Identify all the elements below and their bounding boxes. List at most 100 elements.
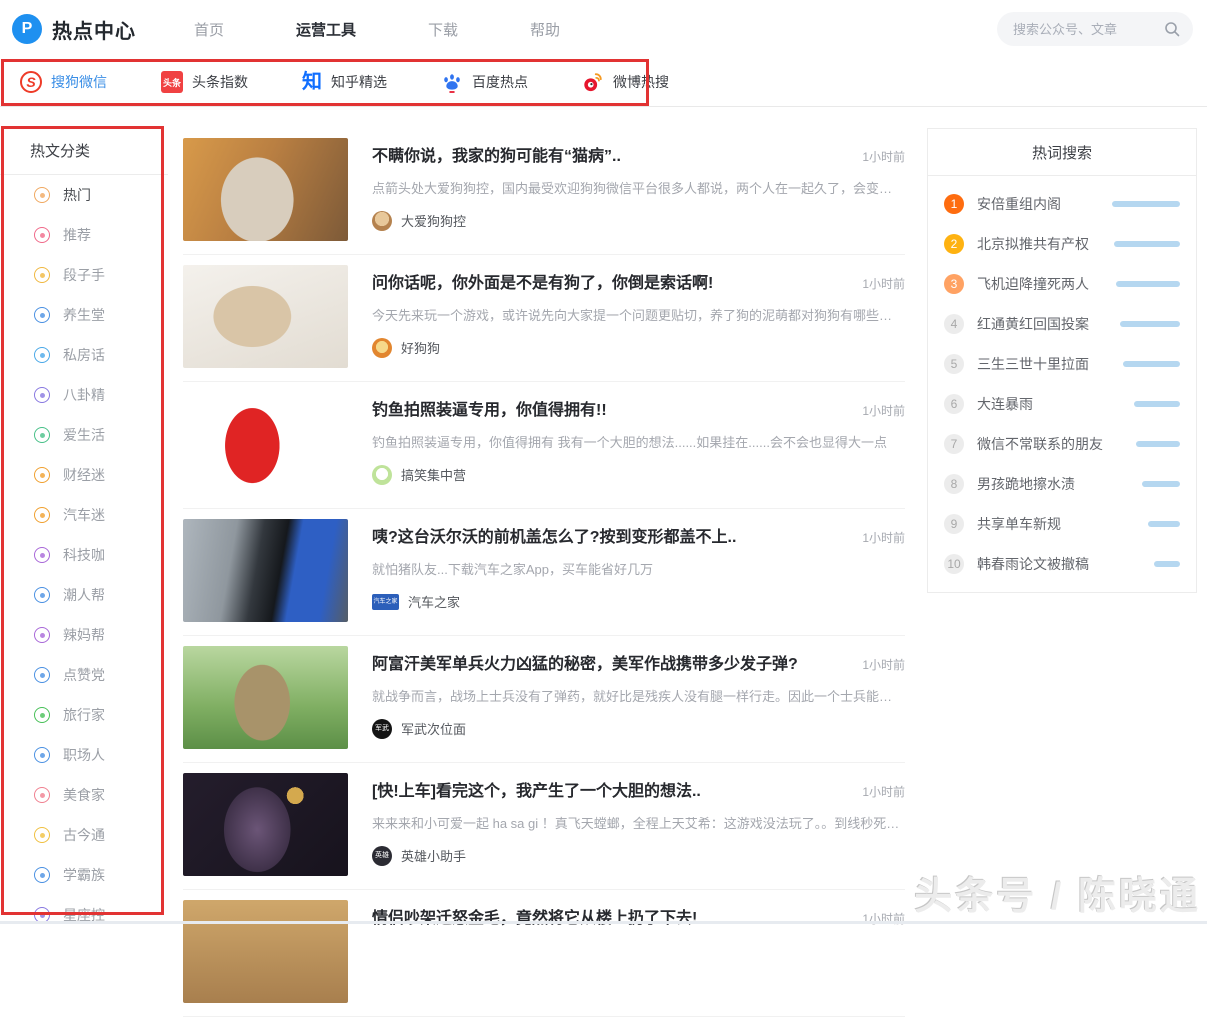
hotword-row[interactable]: 10 韩春雨论文被撤稿 [928,544,1196,584]
article-source-row[interactable]: 大爱狗狗控 [372,211,905,231]
app-logo[interactable]: P [12,14,42,44]
nav-item-tools[interactable]: 运营工具 [296,19,356,40]
article-row[interactable]: 咦?这台沃尔沃的前机盖怎么了?按到变形都盖不上.. 1小时前 就怕猪队友...下… [183,509,905,636]
sidebar-item-travel[interactable]: 旅行家 [0,695,168,735]
hotword-row[interactable]: 5 三生三世十里拉面 [928,344,1196,384]
hotword-row[interactable]: 6 大连暴雨 [928,384,1196,424]
article-source-row[interactable]: 搞笑集中营 [372,465,905,485]
category-label: 养生堂 [63,305,105,325]
article-time: 1小时前 [862,783,905,800]
main-content: 热文分类 热门 推荐 段子手 [0,107,1207,1017]
article-thumbnail[interactable] [183,646,348,749]
sidebar-item-likes[interactable]: 点赞党 [0,655,168,695]
sidebar-item-moms[interactable]: 辣妈帮 [0,615,168,655]
search-icon[interactable] [1163,20,1181,43]
category-icon [34,387,50,403]
hotwords-list: 1 安倍重组内阁 2 北京拟推共有产权 3 飞机迫降撞死两人 4 [928,176,1196,584]
hotword-row[interactable]: 8 男孩跪地擦水渍 [928,464,1196,504]
heat-bar [1148,521,1180,527]
article-title[interactable]: 情侣吵架迁怒金毛，竟然将它从楼上扔了下去! [372,904,844,928]
hotword-label: 共享单车新规 [977,514,1135,534]
source-avatar [372,338,392,358]
source-tab-baidu-hot[interactable]: 百度热点 [441,71,528,93]
sidebar-item-health[interactable]: 养生堂 [0,295,168,335]
article-title[interactable]: 阿富汗美军单兵火力凶猛的秘密，美军作战携带多少发子弹? [372,650,844,674]
category-label: 段子手 [63,265,105,285]
article-source-row[interactable]: 军武 军武次位面 [372,719,905,739]
hotword-label: 大连暴雨 [977,394,1121,414]
article-title[interactable]: [快!上车]看完这个，我产生了一个大胆的想法.. [372,777,844,801]
hotword-row[interactable]: 2 北京拟推共有产权 [928,224,1196,264]
hotword-label: 微信不常联系的朋友 [977,434,1123,454]
hotword-row[interactable]: 7 微信不常联系的朋友 [928,424,1196,464]
article-thumbnail[interactable] [183,773,348,876]
toutiao-icon: 头条 [161,71,183,93]
hotword-row[interactable]: 4 红通黄红回国投案 [928,304,1196,344]
article-source-row[interactable]: 汽车之家 汽车之家 [372,592,905,612]
heat-bar [1116,281,1180,287]
sidebar-item-food[interactable]: 美食家 [0,775,168,815]
article-row[interactable]: 不瞒你说，我家的狗可能有“猫病”.. 1小时前 点箭头处大爱狗狗控，国内最受欢迎… [183,128,905,255]
hotword-label: 安倍重组内阁 [977,194,1099,214]
article-title[interactable]: 不瞒你说，我家的狗可能有“猫病”.. [372,142,844,166]
article-feed: 不瞒你说，我家的狗可能有“猫病”.. 1小时前 点箭头处大爱狗狗控，国内最受欢迎… [183,128,905,1017]
sidebar-item-finance[interactable]: 财经迷 [0,455,168,495]
sidebar-item-study[interactable]: 学霸族 [0,855,168,895]
source-tab-zhihu-selection[interactable]: 知 知乎精选 [302,72,387,92]
rank-badge: 3 [944,274,964,294]
sidebar-item-career[interactable]: 职场人 [0,735,168,775]
article-summary: 钓鱼拍照装逼专用，你值得拥有 我有一个大胆的想法......如果挂在......… [372,435,905,452]
article-row[interactable]: [快!上车]看完这个，我产生了一个大胆的想法.. 1小时前 来来来和小可爱一起 … [183,763,905,890]
hotword-label: 飞机迫降撞死两人 [977,274,1103,294]
rank-badge: 7 [944,434,964,454]
article-row[interactable]: 钓鱼拍照装逼专用，你值得拥有!! 1小时前 钓鱼拍照装逼专用，你值得拥有 我有一… [183,382,905,509]
sidebar-item-recommend[interactable]: 推荐 [0,215,168,255]
nav-item-home[interactable]: 首页 [194,19,224,40]
article-title[interactable]: 问你话呢，你外面是不是有狗了，你倒是索话啊! [372,269,844,293]
article-title[interactable]: 钓鱼拍照装逼专用，你值得拥有!! [372,396,844,420]
sidebar-item-fashion[interactable]: 潮人帮 [0,575,168,615]
sidebar-item-cars[interactable]: 汽车迷 [0,495,168,535]
article-source-row[interactable]: 好狗狗 [372,338,905,358]
sidebar-item-private[interactable]: 私房话 [0,335,168,375]
sidebar-item-gossip[interactable]: 八卦精 [0,375,168,415]
category-label: 学霸族 [63,865,105,885]
sidebar-item-history[interactable]: 古今通 [0,815,168,855]
article-body: 问你话呢，你外面是不是有狗了，你倒是索话啊! 1小时前 今天先来玩一个游戏，或许… [372,265,905,368]
article-thumbnail[interactable] [183,519,348,622]
article-row[interactable]: 情侣吵架迁怒金毛，竟然将它从楼上扔了下去! 1小时前 [183,890,905,1017]
hotword-row[interactable]: 9 共享单车新规 [928,504,1196,544]
source-avatar: 英雄 [372,846,392,866]
category-icon [34,467,50,483]
sidebar-item-horoscope[interactable]: 星座控 [0,895,168,935]
article-thumbnail[interactable] [183,392,348,495]
source-tab-weibo-hot[interactable]: 微博热搜 [582,71,669,93]
article-row[interactable]: 阿富汗美军单兵火力凶猛的秘密，美军作战携带多少发子弹? 1小时前 就战争而言，战… [183,636,905,763]
source-tab-label: 头条指数 [192,72,248,92]
category-icon [34,267,50,283]
sidebar-item-jokes[interactable]: 段子手 [0,255,168,295]
hotword-row[interactable]: 3 飞机迫降撞死两人 [928,264,1196,304]
nav-item-help[interactable]: 帮助 [530,19,560,40]
article-row[interactable]: 问你话呢，你外面是不是有狗了，你倒是索话啊! 1小时前 今天先来玩一个游戏，或许… [183,255,905,382]
source-tab-sogou-wechat[interactable]: S 搜狗微信 [20,71,107,93]
article-source-row[interactable]: 英雄 英雄小助手 [372,846,905,866]
article-thumbnail[interactable] [183,138,348,241]
category-label: 爱生活 [63,425,105,445]
sidebar-item-lifestyle[interactable]: 爱生活 [0,415,168,455]
source-name: 好狗狗 [401,338,440,357]
article-time: 1小时前 [862,275,905,292]
nav-item-download[interactable]: 下载 [428,19,458,40]
brand-title[interactable]: 热点中心 [52,15,136,44]
source-tab-toutiao-index[interactable]: 头条 头条指数 [161,71,248,93]
article-thumbnail[interactable] [183,900,348,1003]
article-thumbnail[interactable] [183,265,348,368]
article-source-row[interactable] [372,956,905,976]
hotword-row[interactable]: 1 安倍重组内阁 [928,184,1196,224]
baidu-paw-icon [441,71,463,93]
article-title[interactable]: 咦?这台沃尔沃的前机盖怎么了?按到变形都盖不上.. [372,523,844,547]
category-icon [34,227,50,243]
sidebar-item-hot[interactable]: 热门 [0,175,168,215]
sidebar-item-tech[interactable]: 科技咖 [0,535,168,575]
article-summary: 来来来和小可爱一起 ha sa gi ！真飞天螳螂，全程上天艾希：这游戏没法玩了… [372,816,905,833]
